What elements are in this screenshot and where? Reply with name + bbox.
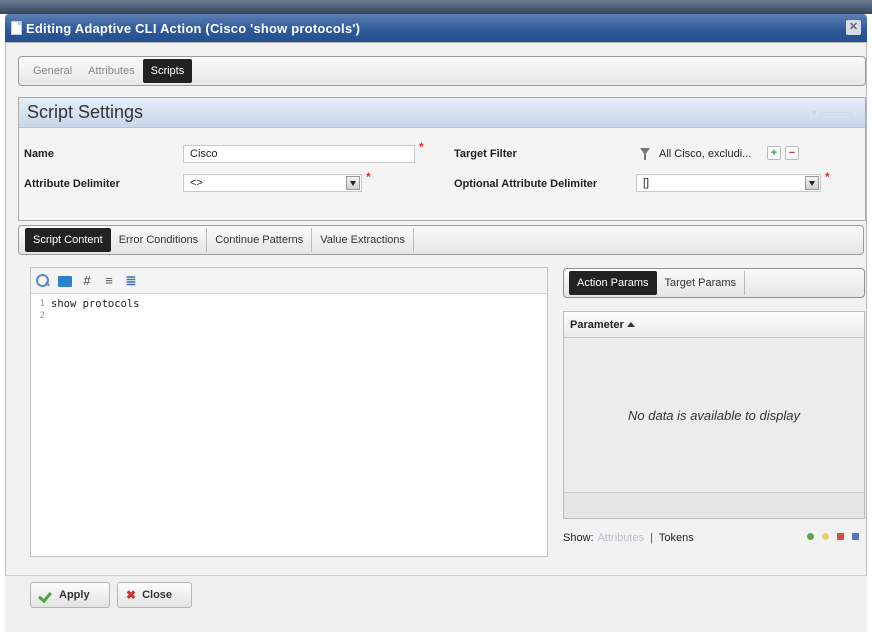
tab-value-extractions[interactable]: Value Extractions (312, 228, 415, 252)
show-tokens-link[interactable]: Tokens (659, 532, 694, 544)
tab-error-conditions[interactable]: Error Conditions (111, 228, 208, 252)
show-filter-row: Show: Attributes | Tokens (563, 530, 863, 546)
parameter-grid: Parameter No data is available to displa… (563, 311, 865, 519)
name-label: Name (24, 148, 54, 160)
show-attributes-link[interactable]: Attributes (598, 532, 644, 544)
document-icon (11, 21, 22, 35)
code-area[interactable]: 1 show protocols 2 (31, 294, 547, 322)
target-filter-value[interactable]: All Cisco, excludi... (659, 148, 751, 160)
attribute-delimiter-label: Attribute Delimiter (24, 178, 120, 190)
required-icon: * (419, 140, 424, 154)
optional-delimiter-value: [] (643, 177, 650, 189)
param-actions (807, 533, 859, 540)
tab-general[interactable]: General (25, 59, 80, 83)
background-strip (0, 0, 872, 14)
show-label: Show: (563, 532, 594, 544)
settings-header: Script Settings ▾ ▭▭▭▭ (19, 98, 865, 128)
hash-icon[interactable]: # (79, 273, 95, 289)
editor-toolbar: # (31, 268, 547, 294)
grid-footer (564, 492, 864, 518)
param-info-icon[interactable] (852, 533, 859, 540)
grid-empty-area: No data is available to display (564, 338, 864, 492)
word-wrap-icon[interactable] (123, 273, 139, 289)
name-input[interactable]: Cisco (183, 145, 415, 163)
optional-delimiter-select[interactable]: [] (636, 174, 821, 192)
empty-message: No data is available to display (628, 407, 800, 423)
chevron-down-icon[interactable] (346, 176, 360, 190)
add-param-icon[interactable] (807, 533, 814, 540)
line-number: 1 (39, 299, 45, 309)
collapse-control[interactable]: ▾ ▭▭▭▭ (812, 108, 853, 119)
settings-title: Script Settings (27, 102, 144, 122)
parameter-column-header[interactable]: Parameter (564, 312, 864, 338)
search-icon[interactable] (35, 273, 51, 289)
required-icon: * (366, 170, 371, 184)
script-tabs: Script Content Error Conditions Continue… (18, 225, 864, 255)
code-line: 2 (35, 310, 547, 322)
delete-param-icon[interactable] (837, 533, 844, 540)
apply-label: Apply (59, 589, 90, 601)
line-numbers-icon[interactable] (101, 273, 117, 289)
params-tabs: Action Params Target Params (563, 268, 865, 298)
tab-target-params[interactable]: Target Params (657, 271, 746, 295)
parameter-column-label: Parameter (570, 319, 624, 331)
tab-scripts[interactable]: Scripts (142, 59, 193, 83)
tab-script-content[interactable]: Script Content (25, 228, 111, 252)
close-label: Close (142, 589, 173, 601)
line-number: 2 (39, 311, 45, 321)
close-icon[interactable]: ✕ (846, 20, 861, 35)
code-line: 1 show protocols (35, 298, 547, 310)
apply-button[interactable]: Apply (30, 582, 110, 608)
top-tabs: General Attributes Scripts (18, 56, 866, 86)
required-icon: * (825, 170, 830, 184)
folder-icon[interactable] (57, 273, 73, 289)
window-title: Editing Adaptive CLI Action (Cisco 'show… (26, 20, 361, 36)
remove-filter-icon[interactable]: − (785, 146, 799, 160)
line-text: show protocols (51, 298, 140, 310)
tab-action-params[interactable]: Action Params (569, 271, 657, 295)
filter-icon (640, 148, 650, 160)
optional-delimiter-label: Optional Attribute Delimiter (454, 178, 598, 190)
close-icon: ✖ (126, 588, 137, 602)
attribute-delimiter-select[interactable]: <> (183, 174, 362, 192)
tab-attributes[interactable]: Attributes (80, 59, 142, 83)
attribute-delimiter-value: <> (190, 177, 203, 189)
script-editor[interactable]: # 1 show protocols 2 (30, 267, 548, 557)
checkmark-icon (39, 590, 53, 600)
close-button[interactable]: ✖ Close (117, 582, 192, 608)
separator: | (650, 532, 653, 544)
chevron-down-icon[interactable] (805, 176, 819, 190)
tab-continue-patterns[interactable]: Continue Patterns (207, 228, 313, 252)
add-filter-icon[interactable]: + (767, 146, 781, 160)
window-titlebar: Editing Adaptive CLI Action (Cisco 'show… (5, 14, 867, 42)
target-filter-label: Target Filter (454, 148, 517, 160)
sort-asc-icon (626, 322, 635, 327)
edit-param-icon[interactable] (822, 533, 829, 540)
